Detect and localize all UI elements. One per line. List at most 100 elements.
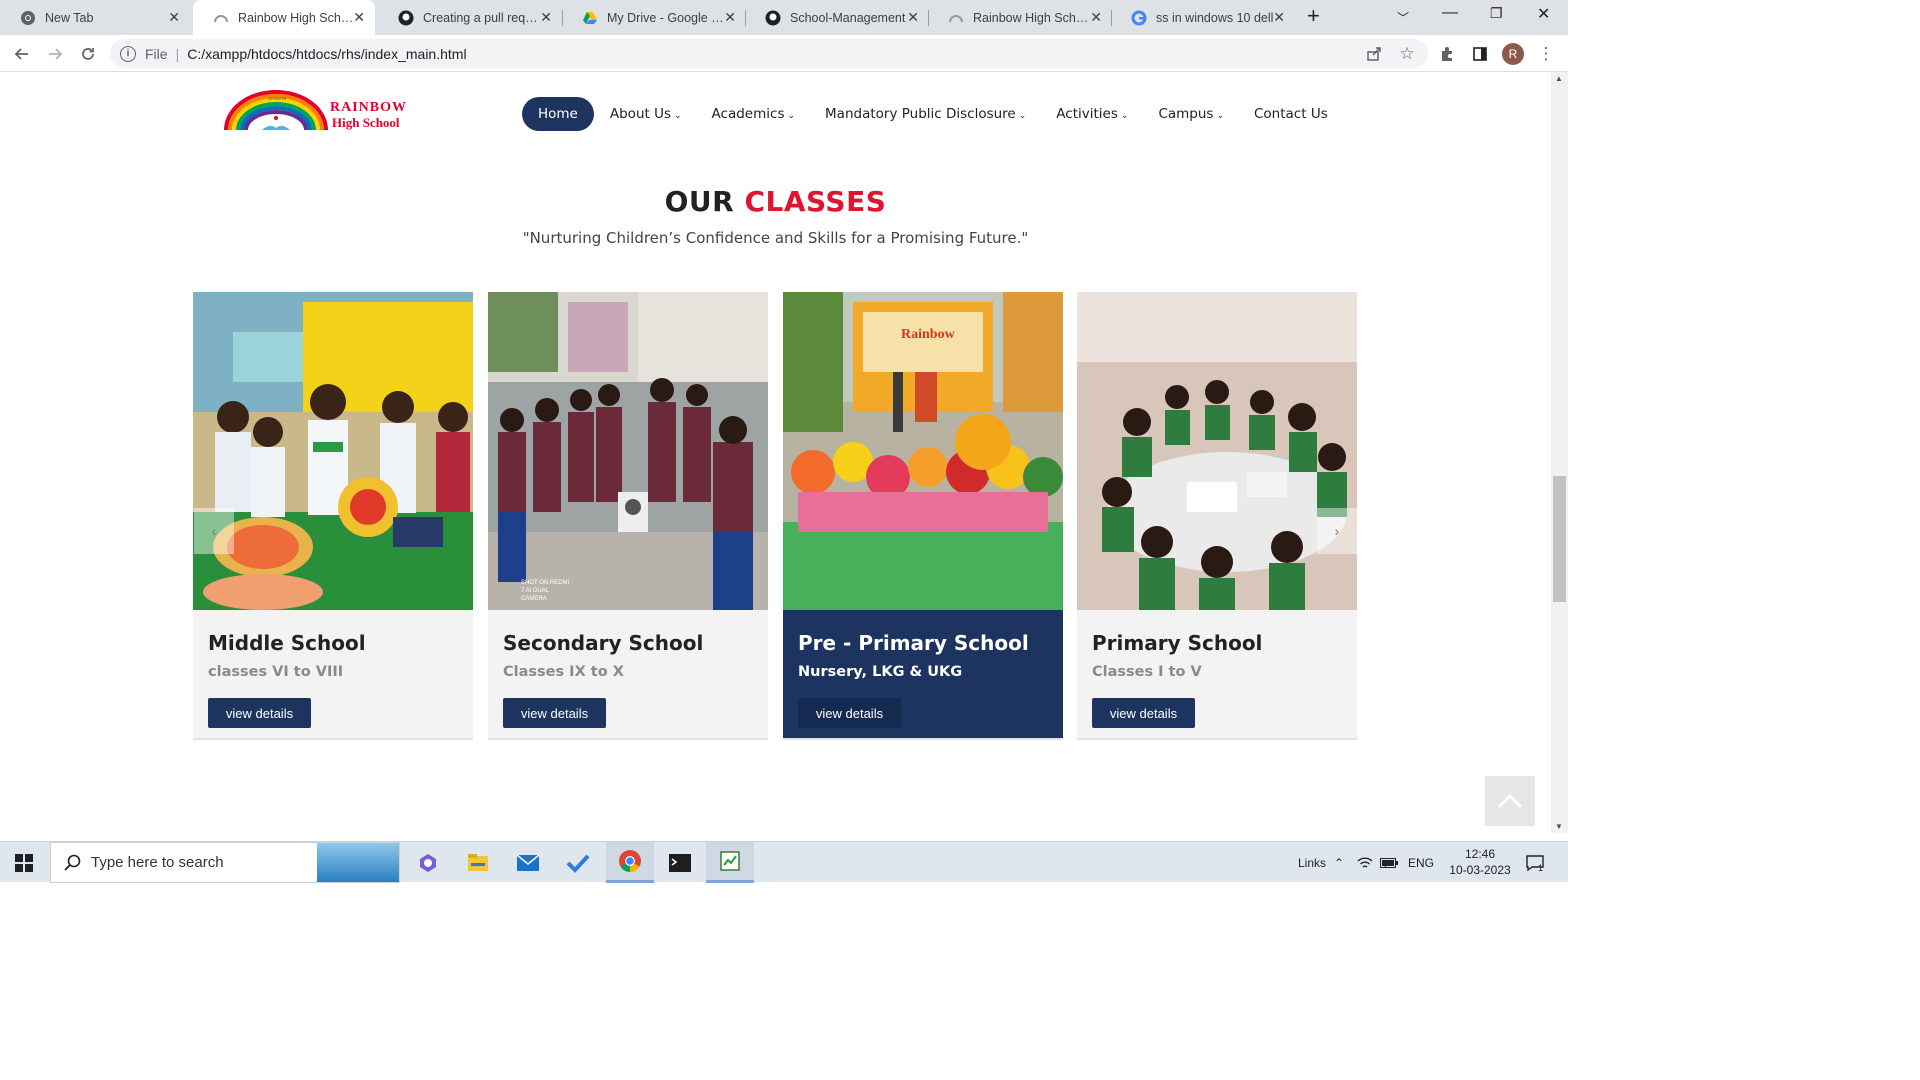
github-icon: [398, 10, 414, 26]
minimize-button[interactable]: —: [1442, 4, 1458, 22]
bookmark-star-icon[interactable]: ☆: [1396, 43, 1418, 65]
chevron-down-icon: ⌄: [1120, 111, 1129, 121]
restore-button[interactable]: ❐: [1490, 5, 1503, 22]
close-tab-icon[interactable]: ✕: [353, 9, 365, 26]
school-logo[interactable]: GROWTH RAINBOW High School: [222, 90, 446, 136]
page-scrollbar[interactable]: ▲ ▼: [1551, 72, 1568, 833]
nav-campus[interactable]: Campus ⌄: [1158, 106, 1224, 122]
google-icon: [1131, 10, 1147, 26]
photo-watermark: SHOT ON REDMI 7 AI DUAL CAMERA: [521, 580, 570, 602]
tab-pull-request[interactable]: Creating a pull request ✕: [378, 0, 562, 35]
mail-icon[interactable]: [504, 842, 552, 883]
close-tab-icon[interactable]: ✕: [540, 9, 552, 26]
reload-icon[interactable]: [77, 43, 99, 65]
cortana-app-icon[interactable]: [404, 842, 452, 883]
class-card-secondary-school[interactable]: SHOT ON REDMI 7 AI DUAL CAMERA Secondary…: [488, 292, 768, 740]
class-title: Middle School: [208, 631, 366, 655]
close-tab-icon[interactable]: ✕: [724, 9, 736, 26]
tab-rainbow-2[interactable]: Rainbow High School ✕: [928, 0, 1112, 35]
tray-links-toolbar[interactable]: Links: [1298, 842, 1326, 883]
carousel-next-icon[interactable]: ›: [1317, 508, 1357, 554]
carousel-prev-icon[interactable]: ‹: [194, 508, 234, 554]
view-details-button[interactable]: view details: [503, 698, 606, 728]
scrollbar-thumb[interactable]: [1553, 476, 1566, 602]
taskbar-search-box[interactable]: Type here to search: [50, 842, 400, 883]
new-tab-button[interactable]: +: [1307, 3, 1320, 29]
class-photo-pre-primary: Rainbow: [783, 292, 1063, 610]
tab-google-drive[interactable]: My Drive - Google Drive ✕: [562, 0, 746, 35]
notification-center-icon[interactable]: 1: [1526, 842, 1544, 883]
close-tab-icon[interactable]: ✕: [168, 9, 180, 26]
info-icon[interactable]: i: [120, 45, 136, 62]
class-photo-secondary-school: SHOT ON REDMI 7 AI DUAL CAMERA: [488, 292, 768, 610]
class-title: Primary School: [1092, 631, 1263, 655]
scroll-down-icon[interactable]: ▼: [1555, 822, 1563, 831]
chevron-down-icon: ⌄: [674, 111, 682, 121]
heading-classes: CLASSES: [744, 185, 887, 218]
nav-home[interactable]: Home: [522, 97, 594, 131]
class-subtitle: Nursery, LKG & UKG: [798, 664, 963, 680]
class-photo-primary-school: [1077, 292, 1357, 610]
windows-start-icon[interactable]: [14, 853, 34, 878]
tab-search-chevron-icon[interactable]: ﹀: [1397, 9, 1409, 26]
tab-google-search[interactable]: ss in windows 10 dell ✕: [1111, 0, 1295, 35]
photo-banner-text: Rainbow: [901, 327, 955, 342]
close-window-button[interactable]: ✕: [1537, 4, 1550, 24]
side-panel-icon[interactable]: [1469, 43, 1491, 65]
tab-school-management[interactable]: School-Management ✕: [745, 0, 929, 35]
tab-new-tab[interactable]: New Tab ✕: [0, 0, 190, 35]
chevron-down-icon: ⌄: [1018, 111, 1027, 121]
main-nav: Home About Us ⌄ Academics ⌄ Mandatory Publ…: [522, 97, 1358, 131]
profile-avatar[interactable]: R: [1502, 43, 1524, 65]
close-tab-icon[interactable]: ✕: [907, 9, 919, 26]
tab-rainbow-active[interactable]: Rainbow High School ✕: [193, 0, 375, 35]
close-tab-icon[interactable]: ✕: [1273, 9, 1285, 26]
rainbow-favicon: [948, 10, 964, 26]
file-explorer-icon[interactable]: [454, 842, 502, 883]
language-indicator[interactable]: ENG: [1408, 842, 1434, 883]
class-card-primary-school[interactable]: Primary School Classes I to V view detai…: [1077, 292, 1357, 740]
class-photo-middle-school: [193, 292, 473, 610]
back-arrow-icon[interactable]: [11, 43, 33, 65]
notification-count: 1: [1538, 863, 1544, 873]
profile-initial: R: [1502, 43, 1524, 65]
terminal-icon[interactable]: [656, 842, 704, 883]
scroll-up-icon[interactable]: ▲: [1555, 74, 1563, 83]
url-text[interactable]: C:/xampp/htdocs/htdocs/rhs/index_main.ht…: [187, 46, 466, 62]
nav-about-us[interactable]: About Us ⌄: [610, 106, 682, 122]
nav-label: Academics: [711, 106, 785, 122]
close-tab-icon[interactable]: ✕: [1090, 9, 1102, 26]
section-heading: OUR CLASSES: [0, 185, 1551, 218]
scheme-label: File: [145, 45, 168, 62]
view-details-button[interactable]: view details: [208, 698, 311, 728]
back-to-top-button[interactable]: [1485, 776, 1535, 826]
windows-taskbar: Type here to search Links ⌃ 🕨 ENG 12:46 …: [0, 841, 1568, 883]
omnibox-divider: |: [175, 45, 180, 62]
notepad-app-icon[interactable]: [706, 842, 754, 883]
section-subtitle: "Nurturing Children’s Confidence and Ski…: [522, 229, 1029, 247]
menu-kebab-icon[interactable]: ⋮: [1535, 43, 1557, 65]
class-card-middle-school[interactable]: Middle School classes VI to VIII view de…: [193, 292, 473, 740]
rainbow-favicon: [213, 10, 229, 26]
google-drive-icon: [582, 10, 598, 26]
nav-activities[interactable]: Activities ⌄: [1056, 106, 1128, 122]
search-highlight-image: [317, 843, 399, 882]
extensions-icon[interactable]: [1436, 43, 1458, 65]
nav-academics[interactable]: Academics ⌄: [712, 106, 795, 122]
address-bar[interactable]: i File | C:/xampp/htdocs/htdocs/rhs/inde…: [110, 39, 1428, 68]
chevron-down-icon: ⌄: [787, 111, 796, 121]
wifi-icon[interactable]: [1357, 842, 1373, 883]
taskbar-clock[interactable]: 12:46 10-03-2023: [1445, 846, 1515, 878]
share-icon[interactable]: [1363, 43, 1385, 65]
view-details-button[interactable]: view details: [798, 698, 901, 728]
forward-arrow-icon[interactable]: [44, 43, 66, 65]
view-details-button[interactable]: view details: [1092, 698, 1195, 728]
todo-app-icon[interactable]: [554, 842, 602, 883]
chrome-taskbar-icon[interactable]: [606, 842, 654, 883]
nav-contact-us[interactable]: Contact Us: [1254, 106, 1328, 122]
tray-chevron-icon[interactable]: ⌃: [1334, 842, 1344, 883]
volume-muted-icon[interactable]: 🕨: [1381, 842, 1389, 883]
class-card-pre-primary[interactable]: Rainbow Pre - Primary School Nursery, LK…: [783, 292, 1063, 740]
nav-mandatory-disclosure[interactable]: Mandatory Public Disclosure ⌄: [825, 106, 1026, 122]
heading-our: OUR: [664, 185, 735, 218]
